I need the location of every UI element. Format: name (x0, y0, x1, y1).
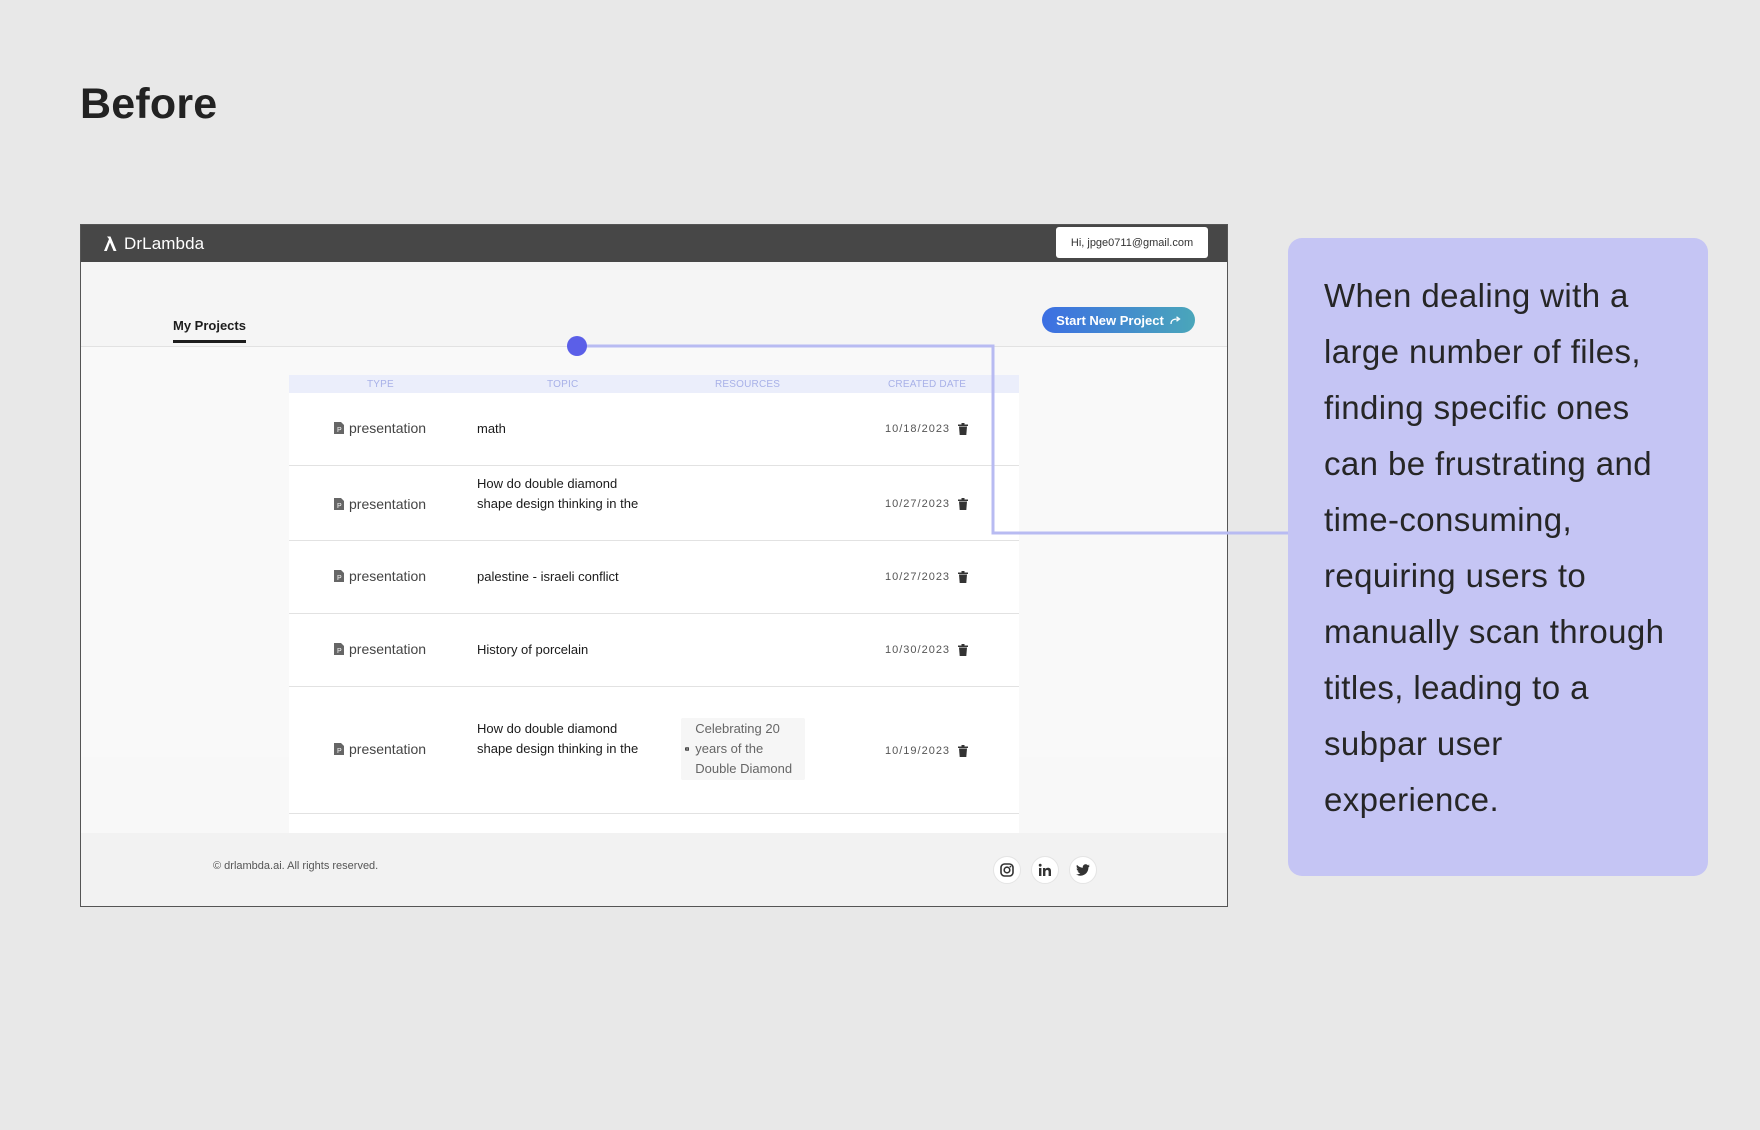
tab-my-projects[interactable]: My Projects (173, 318, 246, 343)
type-label: presentation (349, 496, 427, 512)
date-cell: 10/18/2023 (885, 423, 969, 435)
start-new-project-label: Start New Project (1056, 312, 1164, 328)
table-row[interactable]: P presentation palestine - israeli confl… (289, 541, 1019, 614)
type-label: presentation (349, 741, 427, 757)
table-row[interactable]: P presentation History of porcelain 10/3… (289, 614, 1019, 687)
trash-icon[interactable] (958, 571, 969, 583)
date-cell: 10/27/2023 (885, 498, 969, 510)
created-date: 10/19/2023 (885, 745, 951, 757)
created-date: 10/18/2023 (885, 423, 951, 435)
svg-text:P: P (337, 575, 342, 582)
presentation-file-icon: P (334, 570, 344, 582)
date-cell: 10/19/2023 (885, 745, 969, 757)
header-topic[interactable]: TOPIC (547, 379, 578, 390)
topic-cell[interactable]: How do double diamond shape design think… (477, 474, 647, 514)
presentation-file-icon: P (334, 422, 344, 434)
created-date: 10/30/2023 (885, 644, 951, 656)
trash-icon[interactable] (958, 498, 969, 510)
share-arrow-icon (1170, 315, 1181, 324)
lambda-logo-icon (104, 236, 117, 251)
type-cell: P presentation (334, 420, 426, 436)
copyright-text: © drlambda.ai. All rights reserved. (213, 860, 379, 872)
projects-content: TYPE TOPIC RESOURCES CREATED DATE P pres… (81, 347, 1227, 834)
presentation-file-icon: P (334, 498, 344, 510)
annotation-callout: When dealing with a large number of file… (1288, 238, 1708, 876)
brand-name: DrLambda (124, 233, 205, 253)
page-heading: Before (80, 80, 218, 128)
header-created-date[interactable]: CREATED DATE (888, 379, 966, 390)
svg-text:P: P (337, 748, 342, 755)
video-icon (685, 747, 690, 751)
trash-icon[interactable] (958, 644, 969, 656)
presentation-file-icon: P (334, 643, 344, 655)
resource-title: Celebrating 20 years of the Double Diamo… (695, 721, 793, 776)
presentation-file-icon: P (334, 743, 344, 755)
table-row[interactable]: P presentation math 10/18/2023 (289, 393, 1019, 466)
svg-text:P: P (337, 648, 342, 655)
svg-text:P: P (337, 503, 342, 510)
topic-cell[interactable]: math (477, 419, 647, 439)
type-cell: P presentation (334, 568, 426, 584)
type-cell: P presentation (334, 741, 426, 757)
resource-chip[interactable]: Celebrating 20 years of the Double Diamo… (681, 718, 805, 780)
type-label: presentation (349, 568, 427, 584)
created-date: 10/27/2023 (885, 498, 951, 510)
user-menu-button[interactable]: Hi, jpge0711@gmail.com (1056, 227, 1208, 258)
linkedin-icon[interactable] (1031, 856, 1059, 884)
projects-table: TYPE TOPIC RESOURCES CREATED DATE P pres… (289, 375, 1019, 834)
app-screenshot: DrLambda Hi, jpge0711@gmail.com My Proje… (80, 224, 1228, 907)
date-cell: 10/30/2023 (885, 644, 969, 656)
header-resources[interactable]: RESOURCES (715, 379, 780, 390)
type-label: presentation (349, 420, 427, 436)
created-date: 10/27/2023 (885, 571, 951, 583)
table-row[interactable]: P presentation How do double diamond sha… (289, 687, 1019, 814)
trash-icon[interactable] (958, 423, 969, 435)
type-label: presentation (349, 641, 427, 657)
callout-text: When dealing with a large number of file… (1324, 277, 1665, 818)
twitter-icon[interactable] (1069, 856, 1097, 884)
topic-cell[interactable]: How do double diamond shape design think… (477, 719, 647, 759)
type-cell: P presentation (334, 641, 426, 657)
svg-text:P: P (337, 427, 342, 434)
trash-icon[interactable] (958, 745, 969, 757)
projects-header: My Projects Start New Project (81, 262, 1227, 347)
table-header: TYPE TOPIC RESOURCES CREATED DATE (289, 375, 1019, 393)
topic-cell[interactable]: History of porcelain (477, 640, 647, 660)
date-cell: 10/27/2023 (885, 571, 969, 583)
start-new-project-button[interactable]: Start New Project (1042, 307, 1195, 333)
top-nav-bar: DrLambda Hi, jpge0711@gmail.com (81, 225, 1227, 262)
table-row[interactable]: P presentation How do double diamond sha… (289, 466, 1019, 541)
type-cell: P presentation (334, 496, 426, 512)
header-type[interactable]: TYPE (367, 379, 394, 390)
footer: © drlambda.ai. All rights reserved. (81, 833, 1227, 906)
table-row-partial (289, 814, 1019, 834)
brand-logo[interactable]: DrLambda (102, 234, 204, 254)
instagram-icon[interactable] (993, 856, 1021, 884)
page: Before DrLambda Hi, jpge0711@gmail.com M… (0, 0, 1760, 1130)
topic-cell[interactable]: palestine - israeli conflict (477, 567, 677, 587)
